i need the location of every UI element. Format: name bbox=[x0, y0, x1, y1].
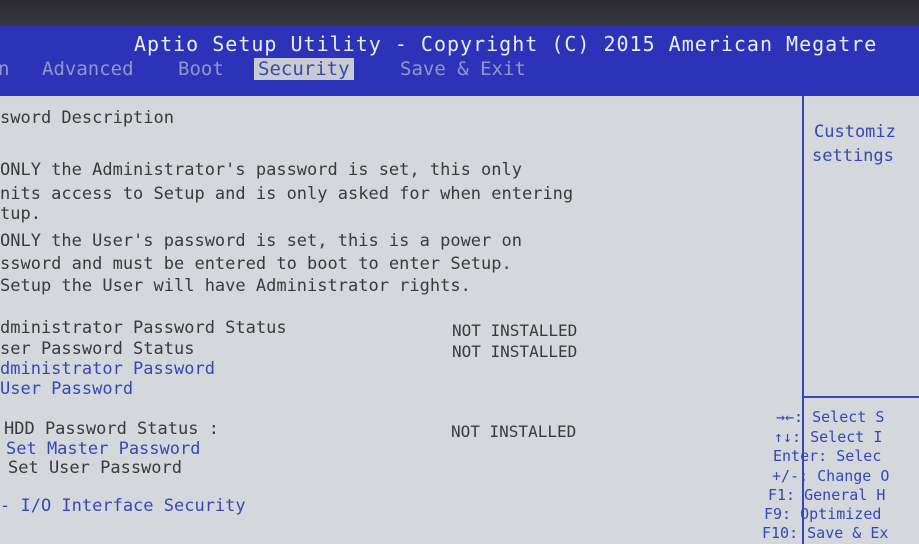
section-heading: sword Description bbox=[0, 108, 174, 128]
key-hint-select-screen: →←: Select S bbox=[776, 408, 885, 426]
description-line: nits access to Setup and is only asked f… bbox=[0, 184, 574, 204]
help-text-line: settings bbox=[812, 146, 894, 166]
description-line: tup. bbox=[0, 204, 41, 224]
hdd-password-status-label: HDD Password Status : bbox=[4, 419, 219, 439]
admin-password-status-value: NOT INSTALLED bbox=[452, 321, 578, 340]
io-interface-security-item[interactable]: - I/O Interface Security bbox=[0, 496, 246, 516]
tab-advanced[interactable]: Advanced bbox=[38, 58, 138, 80]
help-text-line: Customiz bbox=[814, 122, 896, 142]
bios-screen: Aptio Setup Utility - Copyright (C) 2015… bbox=[0, 26, 919, 544]
description-line: Setup the User will have Administrator r… bbox=[0, 276, 471, 296]
description-line: ONLY the User's password is set, this is… bbox=[0, 231, 522, 251]
set-user-password-item[interactable]: Set User Password bbox=[8, 458, 182, 478]
user-password-status-label: ser Password Status bbox=[0, 339, 195, 359]
description-line: ONLY the Administrator's password is set… bbox=[0, 160, 522, 180]
tab-main[interactable]: n bbox=[0, 58, 13, 80]
key-hint-change: +/-: Change O bbox=[772, 467, 890, 485]
window-title: Aptio Setup Utility - Copyright (C) 2015… bbox=[134, 32, 878, 56]
key-hint-f9: F9: Optimized bbox=[764, 505, 882, 523]
tab-boot[interactable]: Boot bbox=[174, 58, 228, 80]
admin-password-item[interactable]: dministrator Password bbox=[0, 359, 215, 379]
help-divider bbox=[804, 396, 919, 398]
tab-save-exit[interactable]: Save & Exit bbox=[396, 58, 530, 80]
user-password-item[interactable]: User Password bbox=[0, 379, 133, 399]
admin-password-status-label: dministrator Password Status bbox=[0, 318, 287, 338]
description-line: ssword and must be entered to boot to en… bbox=[0, 254, 512, 274]
title-bar: Aptio Setup Utility - Copyright (C) 2015… bbox=[0, 26, 919, 96]
tab-security[interactable]: Security bbox=[254, 58, 354, 80]
key-hint-f10: F10: Save & Ex bbox=[762, 524, 889, 542]
key-hint-select-item: ↑↓: Select I bbox=[774, 428, 883, 446]
set-master-password-item[interactable]: Set Master Password bbox=[6, 439, 200, 459]
user-password-status-value: NOT INSTALLED bbox=[452, 342, 578, 361]
key-hint-enter: Enter: Selec bbox=[773, 447, 882, 465]
hdd-password-status-value: NOT INSTALLED bbox=[451, 422, 577, 441]
key-hint-f1: F1: General H bbox=[768, 486, 886, 504]
